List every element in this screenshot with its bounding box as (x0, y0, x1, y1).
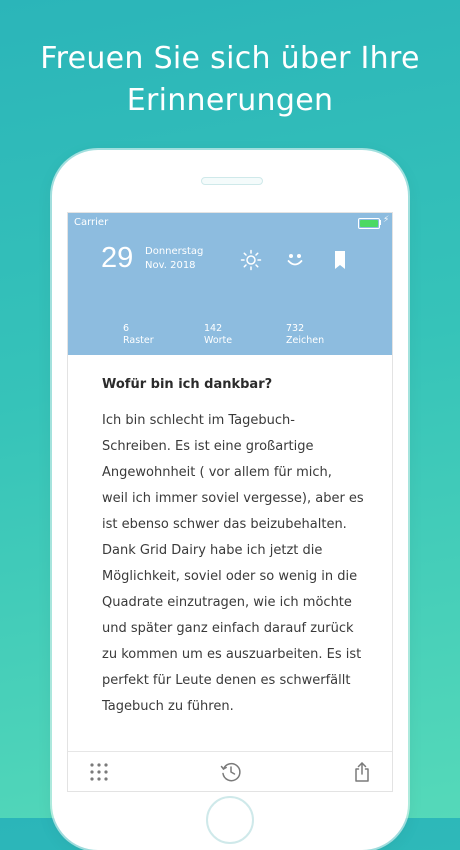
stat-raster-value: 6 (123, 323, 130, 334)
entry-line: Quadrate einzutragen, wie ich möchte (102, 595, 352, 610)
bookmark-icon[interactable] (329, 249, 351, 271)
weekday-label: Donnerstag (145, 246, 204, 257)
stat-zeichen-label: Zeichen (286, 335, 325, 346)
entry-line: perfekt für Leute denen es schwerfällt (102, 673, 351, 688)
stat-worte: 142 Worte (204, 323, 232, 347)
entry-line: Ich bin schlecht im Tagebuch- (102, 413, 295, 428)
share-icon[interactable] (351, 761, 373, 783)
bottom-toolbar (68, 751, 392, 791)
entry-line: Angewohnheit ( vor allem für mich, (102, 465, 332, 480)
stat-worte-value: 142 (204, 323, 223, 334)
grid-icon[interactable] (88, 761, 110, 783)
stat-zeichen: 732 Zeichen (286, 323, 324, 347)
stat-worte-label: Worte (204, 335, 233, 346)
smile-icon[interactable] (284, 249, 306, 271)
stat-raster-label: Raster (123, 335, 154, 346)
battery-icon (358, 218, 380, 229)
stat-raster: 6 Raster (123, 323, 154, 347)
entry-line: zu kommen um es auszuarbeiten. Es ist (102, 647, 362, 662)
app-screen: Carrier ⚡ 29 Donnerstag Nov. 2018 6 Rast… (67, 212, 393, 792)
entry-line: Möglichkeit, soviel oder so wenig in die (102, 569, 358, 584)
headline-line-1: Freuen Sie sich über Ihre (40, 41, 420, 76)
promo-headline: Freuen Sie sich über Ihre Erinnerungen (0, 38, 460, 122)
stat-zeichen-value: 732 (286, 323, 305, 334)
headline-line-2: Erinnerungen (126, 83, 334, 118)
history-icon[interactable] (220, 761, 242, 783)
entry-line: Tagebuch zu führen. (102, 699, 234, 714)
entry-body[interactable]: Wofür bin ich dankbar? Ich bin schlecht … (102, 377, 366, 720)
entry-text: Ich bin schlecht im Tagebuch- Schreiben.… (102, 408, 366, 720)
month-year-label: Nov. 2018 (145, 260, 196, 271)
phone-frame: Carrier ⚡ 29 Donnerstag Nov. 2018 6 Rast… (52, 150, 408, 850)
carrier-label: Carrier (74, 217, 109, 228)
phone-speaker (201, 177, 263, 185)
battery-tip (379, 220, 381, 225)
charging-icon: ⚡ (383, 215, 390, 225)
entry-header: Carrier ⚡ 29 Donnerstag Nov. 2018 6 Rast… (68, 213, 392, 355)
day-number: 29 (101, 242, 134, 274)
entry-line: Dank Grid Dairy habe ich jetzt die (102, 543, 323, 558)
entry-line: und später ganz einfach darauf zurück (102, 621, 354, 636)
entry-line: weil ich immer soviel vergesse), aber es (102, 491, 364, 506)
sun-icon[interactable] (240, 249, 262, 271)
home-button[interactable] (206, 796, 254, 844)
entry-line: ist ebenso schwer das beizubehalten. (102, 517, 347, 532)
entry-line: Schreiben. Es ist eine großartige (102, 439, 314, 454)
entry-question: Wofür bin ich dankbar? (102, 377, 273, 392)
